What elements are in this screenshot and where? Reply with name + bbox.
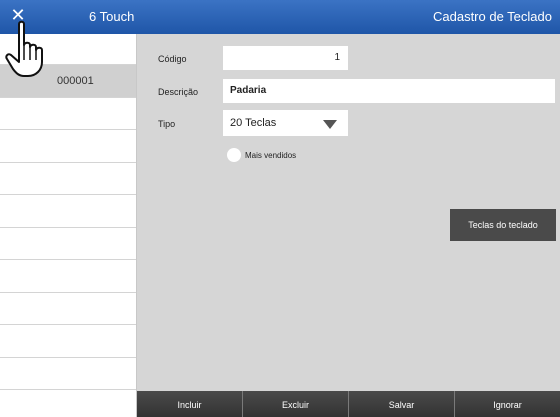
list-item[interactable] bbox=[0, 293, 136, 325]
mais-vendidos-label: Mais vendidos bbox=[245, 151, 297, 160]
list-item[interactable] bbox=[0, 130, 136, 163]
codigo-field[interactable]: 1 bbox=[223, 46, 348, 70]
descricao-label: Descrição bbox=[158, 87, 199, 97]
salvar-button[interactable]: Salvar bbox=[348, 391, 454, 417]
list-item[interactable] bbox=[0, 260, 136, 293]
list-item[interactable] bbox=[0, 163, 136, 195]
tipo-label: Tipo bbox=[158, 119, 176, 129]
action-bar: Incluir Excluir Salvar Ignorar bbox=[137, 391, 560, 417]
list-item[interactable] bbox=[0, 358, 136, 390]
excluir-button[interactable]: Excluir bbox=[242, 391, 348, 417]
app-title: 6 Touch bbox=[89, 9, 135, 24]
keyboard-form: Código 1 Descrição Padaria Tipo 20 Tecla… bbox=[137, 34, 560, 391]
list-item[interactable] bbox=[0, 228, 136, 260]
triangle-down-icon[interactable] bbox=[323, 120, 337, 129]
mais-vendidos-radio[interactable] bbox=[227, 148, 241, 162]
descricao-field[interactable]: Padaria bbox=[223, 79, 555, 103]
list-item[interactable] bbox=[0, 98, 136, 130]
keyboard-list: 000001 bbox=[0, 34, 137, 417]
title-bar: ✕ 6 Touch Cadastro de Teclado bbox=[0, 0, 560, 34]
tipo-select[interactable]: 20 Teclas bbox=[223, 110, 348, 136]
list-item[interactable] bbox=[0, 195, 136, 228]
hand-pointer-icon bbox=[5, 20, 43, 77]
tipo-value: 20 Teclas bbox=[230, 117, 277, 129]
codigo-label: Código bbox=[158, 54, 187, 64]
list-item[interactable] bbox=[0, 325, 136, 358]
teclas-do-teclado-button[interactable]: Teclas do teclado bbox=[450, 209, 556, 241]
screen-title: Cadastro de Teclado bbox=[432, 9, 552, 24]
incluir-button[interactable]: Incluir bbox=[137, 391, 242, 417]
ignorar-button[interactable]: Ignorar bbox=[454, 391, 560, 417]
